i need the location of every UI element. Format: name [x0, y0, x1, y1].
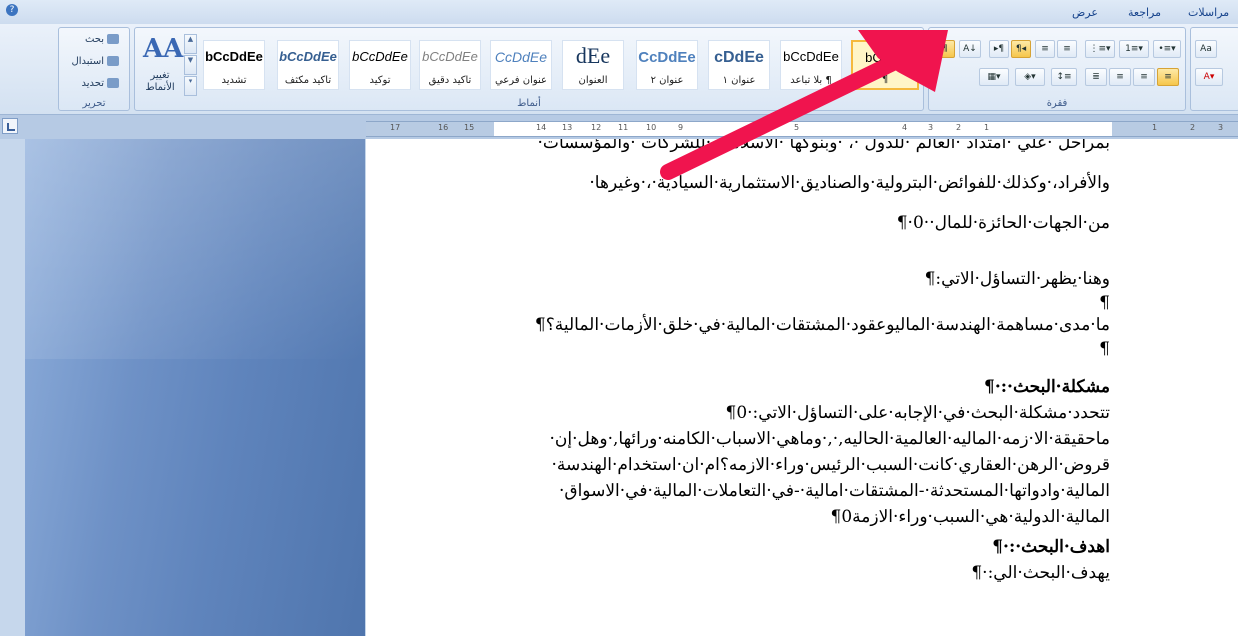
- horizontal-ruler[interactable]: 17 16 15 14 13 12 11 10 9 6 5 4 3 2 1 1 …: [366, 121, 1238, 137]
- doc-line: قروض·الرهن·العقاري·كانت·السبب·الرئيس·ورا…: [551, 455, 1110, 475]
- doc-line: ¶: [1099, 339, 1110, 359]
- styles-more-icon[interactable]: ▾: [184, 76, 197, 96]
- tab-mailings[interactable]: مراسلات: [1188, 6, 1229, 19]
- binoculars-icon: [107, 34, 119, 44]
- doc-line: ¶: [1099, 293, 1110, 313]
- change-styles-button[interactable]: تغيير الأنماط: [139, 70, 181, 94]
- replace-button[interactable]: استبدال: [72, 56, 119, 67]
- help-icon[interactable]: ?: [6, 4, 18, 16]
- editing-group-label: تحرير: [82, 98, 106, 109]
- style-strong[interactable]: bCcDdEe تشديد: [203, 40, 265, 90]
- find-button[interactable]: بحث: [85, 34, 119, 45]
- styles-group: AA تغيير الأنماط ▲ ▼ ▾ bCcDdEe تشديد bCc…: [134, 27, 924, 111]
- doc-line: من·الجهات·الحائزة·للمال··0·¶: [896, 213, 1110, 233]
- doc-line: ماحقيقة·الا·زمه·الماليه·العالمية·الحاليه…: [549, 429, 1110, 449]
- document-page[interactable]: بمراحل ·علي ·امتداد ·العالم ·للدول ·، ·و…: [366, 139, 1238, 636]
- center-icon[interactable]: ≡: [1133, 68, 1155, 86]
- doc-line: ما·مدى·مساهمة·الهندسة·الماليوعقود·المشتق…: [534, 315, 1110, 335]
- ribbon-tab-bar: ? عرض مراجعة مراسلات: [0, 0, 1238, 25]
- doc-line: وهنا·يظهر·التساؤل·الاتي:¶: [924, 269, 1110, 289]
- sort-icon[interactable]: A↓: [959, 40, 981, 58]
- doc-line: يهدف·البحث·الي:·¶: [971, 563, 1110, 583]
- doc-line: بمراحل ·علي ·امتداد ·العالم ·للدول ·، ·و…: [537, 139, 1110, 153]
- line-spacing-icon[interactable]: ↕≡: [1051, 68, 1077, 86]
- doc-line: تتحدد·مشكلة·البحث·في·الإجابه·على·التساؤل…: [725, 403, 1111, 423]
- style-emphasis[interactable]: bCcDdEe توكيد: [349, 40, 411, 90]
- ribbon: بحث استبدال تحديد تحرير AA تغيير الأنماط…: [0, 24, 1238, 115]
- tab-selector-icon[interactable]: [2, 118, 18, 134]
- show-hide-marks-button[interactable]: ¶: [935, 40, 955, 58]
- change-styles-icon: AA: [143, 34, 184, 64]
- bullets-icon[interactable]: •≡▾: [1153, 40, 1181, 58]
- numbering-icon[interactable]: 1≡▾: [1119, 40, 1149, 58]
- borders-icon[interactable]: ▦▾: [979, 68, 1009, 86]
- style-intense-emphasis[interactable]: bCcDdEe تأكيد مكثف: [277, 40, 339, 90]
- change-case-icon[interactable]: Aa: [1195, 40, 1217, 58]
- tab-view[interactable]: عرض: [1072, 6, 1098, 19]
- style-heading-2[interactable]: CcDdEe عنوان ٢: [636, 40, 698, 90]
- align-left-icon[interactable]: ≡: [1157, 68, 1179, 86]
- style-subtitle[interactable]: CcDdEe عنوان فرعي: [490, 40, 552, 90]
- ltr-direction-icon[interactable]: ▸¶: [989, 40, 1009, 58]
- font-color-icon[interactable]: A▾: [1195, 68, 1223, 86]
- styles-scroll-up-icon[interactable]: ▲: [184, 34, 197, 54]
- style-heading-1[interactable]: cDdEe عنوان ١: [708, 40, 770, 90]
- desktop-background: [25, 139, 365, 636]
- style-no-spacing[interactable]: bCcDdEe ¶ بلا تباعد: [780, 40, 842, 90]
- editing-group: بحث استبدال تحديد تحرير: [58, 27, 130, 111]
- align-right-icon[interactable]: ≡: [1109, 68, 1131, 86]
- font-group: Aa A▾: [1190, 27, 1238, 111]
- doc-heading: اهدف·البحث·:·¶: [992, 537, 1110, 557]
- decrease-indent-icon[interactable]: ≡: [1035, 40, 1055, 58]
- style-subtle-emphasis[interactable]: bCcDdEe تأكيد دقيق: [419, 40, 481, 90]
- replace-icon: [107, 56, 119, 66]
- cursor-icon: [107, 78, 119, 88]
- multilevel-list-icon[interactable]: ⋮≡▾: [1085, 40, 1115, 58]
- increase-indent-icon[interactable]: ≡: [1057, 40, 1077, 58]
- doc-line: والأفراد،·وكذلك·للفوائض·البترولية·والصنا…: [589, 173, 1110, 193]
- paragraph-group-label: فقرة: [1046, 98, 1068, 109]
- shading-icon[interactable]: ◈▾: [1015, 68, 1045, 86]
- rtl-direction-icon[interactable]: ¶◂: [1011, 40, 1031, 58]
- styles-group-label: أنماط: [517, 98, 541, 109]
- select-button[interactable]: تحديد: [81, 78, 119, 89]
- style-title[interactable]: dEe العنوان: [562, 40, 624, 90]
- paragraph-group: ¶ A↓ ▸¶ ¶◂ ≡ ≡ ⋮≡▾ 1≡▾ •≡▾ ▦▾ ◈▾ ↕≡ ≣ ≡ …: [928, 27, 1186, 111]
- styles-scroll-down-icon[interactable]: ▼: [184, 55, 197, 75]
- doc-heading: مشكلة·البحث·:·¶: [984, 377, 1110, 397]
- justify-icon[interactable]: ≣: [1085, 68, 1107, 86]
- tab-review[interactable]: مراجعة: [1128, 6, 1161, 19]
- doc-line: المالية·الدولية·هي·السبب·وراء·الازمة0¶: [830, 507, 1110, 527]
- style-normal[interactable]: bCcDd ¶: [851, 40, 919, 90]
- doc-line: المالية·وادواتها·المستحدثة·-المشتقات·اما…: [558, 481, 1110, 501]
- ruler-bar: 17 16 15 14 13 12 11 10 9 6 5 4 3 2 1 1 …: [0, 115, 1238, 139]
- vertical-ruler: [0, 139, 26, 636]
